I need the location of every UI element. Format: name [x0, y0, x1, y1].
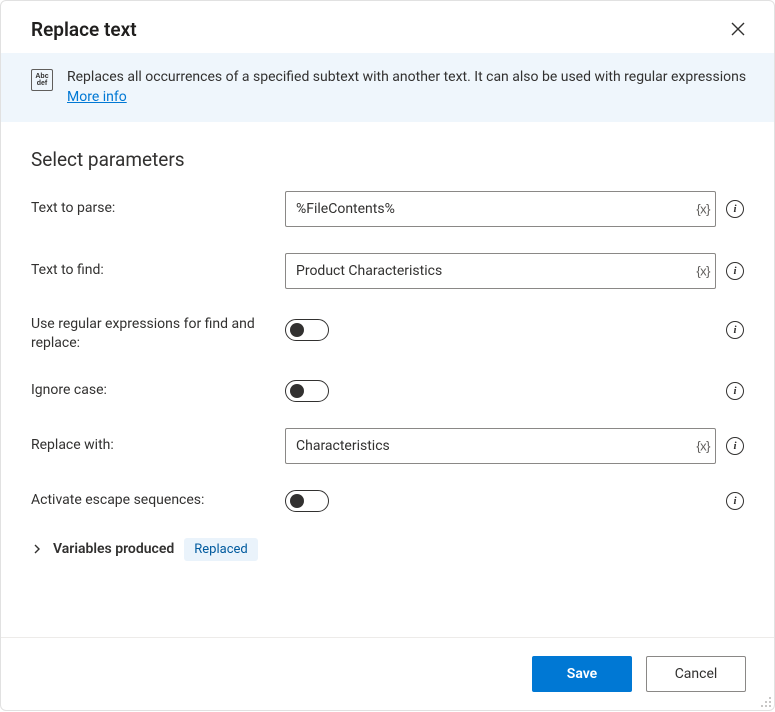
cancel-button[interactable]: Cancel: [646, 656, 746, 692]
description-banner: Abc def Replaces all occurrences of a sp…: [1, 53, 774, 122]
banner-text: Replaces all occurrences of a specified …: [67, 67, 750, 108]
section-title: Select parameters: [31, 148, 744, 171]
save-button[interactable]: Save: [532, 656, 632, 692]
dialog-footer: Save Cancel: [1, 637, 774, 710]
replace-text-dialog: Replace text Abc def Replaces all occurr…: [0, 0, 775, 711]
row-replace-with: Replace with: {x} i: [31, 428, 744, 464]
label-activate-escape: Activate escape sequences:: [31, 491, 275, 511]
variable-picker-icon[interactable]: {x}: [696, 201, 710, 216]
input-replace-with[interactable]: [285, 428, 716, 464]
toggle-use-regex[interactable]: [285, 319, 329, 341]
toggle-ignore-case[interactable]: [285, 380, 329, 402]
info-icon[interactable]: i: [726, 321, 744, 339]
icon-top-text: Abc: [35, 73, 48, 80]
info-icon[interactable]: i: [726, 437, 744, 455]
toggle-activate-escape[interactable]: [285, 490, 329, 512]
icon-bottom-text: def: [37, 80, 48, 87]
title-bar: Replace text: [1, 1, 774, 53]
label-text-to-parse: Text to parse:: [31, 199, 275, 219]
input-text-to-parse[interactable]: [285, 191, 716, 227]
input-text-to-find[interactable]: [285, 253, 716, 289]
label-use-regex: Use regular expressions for find and rep…: [31, 315, 275, 354]
info-icon[interactable]: i: [726, 200, 744, 218]
row-text-to-parse: Text to parse: {x} i: [31, 191, 744, 227]
close-button[interactable]: [724, 15, 752, 43]
label-ignore-case: Ignore case:: [31, 381, 275, 401]
parameters-content: Select parameters Text to parse: {x} i T…: [1, 122, 774, 637]
variable-picker-icon[interactable]: {x}: [696, 438, 710, 453]
variables-produced-row[interactable]: Variables produced Replaced: [31, 538, 744, 561]
variables-produced-label: Variables produced: [53, 541, 174, 557]
abc-def-icon: Abc def: [31, 69, 53, 91]
label-text-to-find: Text to find:: [31, 261, 275, 281]
label-replace-with: Replace with:: [31, 436, 275, 456]
info-icon[interactable]: i: [726, 262, 744, 280]
row-ignore-case: Ignore case: i: [31, 380, 744, 402]
variable-chip-replaced[interactable]: Replaced: [184, 538, 257, 561]
banner-description: Replaces all occurrences of a specified …: [67, 69, 746, 85]
row-use-regex: Use regular expressions for find and rep…: [31, 315, 744, 354]
chevron-right-icon: [31, 543, 43, 555]
row-text-to-find: Text to find: {x} i: [31, 253, 744, 289]
info-icon[interactable]: i: [726, 382, 744, 400]
info-icon[interactable]: i: [726, 492, 744, 510]
variable-picker-icon[interactable]: {x}: [696, 263, 710, 278]
resize-grip-icon[interactable]: [760, 696, 772, 708]
row-activate-escape: Activate escape sequences: i: [31, 490, 744, 512]
close-icon: [731, 22, 745, 36]
dialog-title: Replace text: [31, 18, 137, 41]
more-info-link[interactable]: More info: [67, 89, 127, 105]
